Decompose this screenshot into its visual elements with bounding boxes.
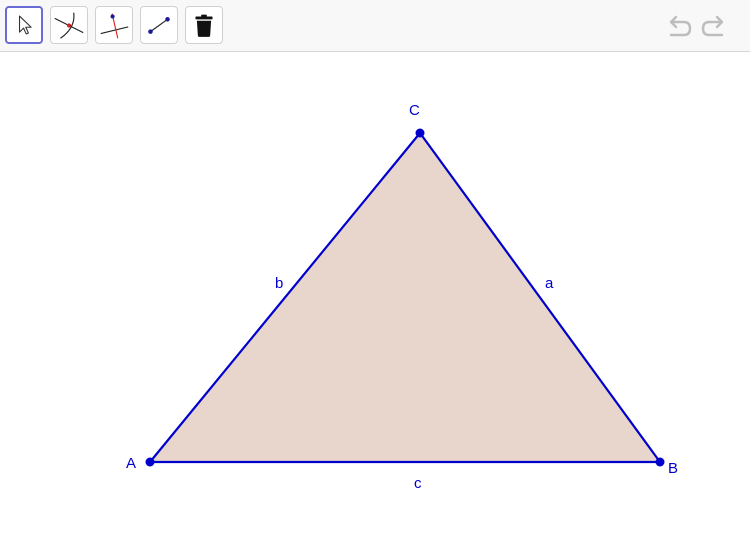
undo-icon (669, 15, 692, 37)
segment-tool-button[interactable] (140, 6, 178, 44)
undo-button[interactable] (663, 12, 693, 42)
move-arrow-icon (18, 15, 32, 35)
triangle-polygon[interactable] (150, 133, 660, 462)
geometry-app: A B C a b c (0, 0, 750, 550)
graphics-canvas[interactable] (0, 53, 750, 550)
trash-icon (195, 14, 213, 37)
point-label-C[interactable]: C (409, 103, 420, 118)
point-C[interactable] (415, 128, 425, 138)
move-tool-button[interactable] (5, 6, 43, 44)
segment-label-b[interactable]: b (275, 276, 283, 291)
intersect-icon (54, 12, 84, 39)
perpendicular-tool-button[interactable] (95, 6, 133, 44)
redo-button[interactable] (700, 12, 730, 42)
point-label-A[interactable]: A (126, 456, 136, 471)
segment-icon (148, 17, 170, 34)
delete-tool-button[interactable] (185, 6, 223, 44)
redo-icon (701, 15, 724, 37)
point-label-B[interactable]: B (668, 461, 678, 476)
graphics-view[interactable]: A B C a b c (0, 53, 750, 550)
segment-label-a[interactable]: a (545, 276, 553, 291)
toolbar (0, 0, 750, 52)
intersect-tool-button[interactable] (50, 6, 88, 44)
point-B[interactable] (655, 457, 665, 467)
segment-label-c[interactable]: c (414, 476, 422, 491)
perpendicular-line-icon (100, 13, 129, 39)
point-A[interactable] (145, 457, 155, 467)
